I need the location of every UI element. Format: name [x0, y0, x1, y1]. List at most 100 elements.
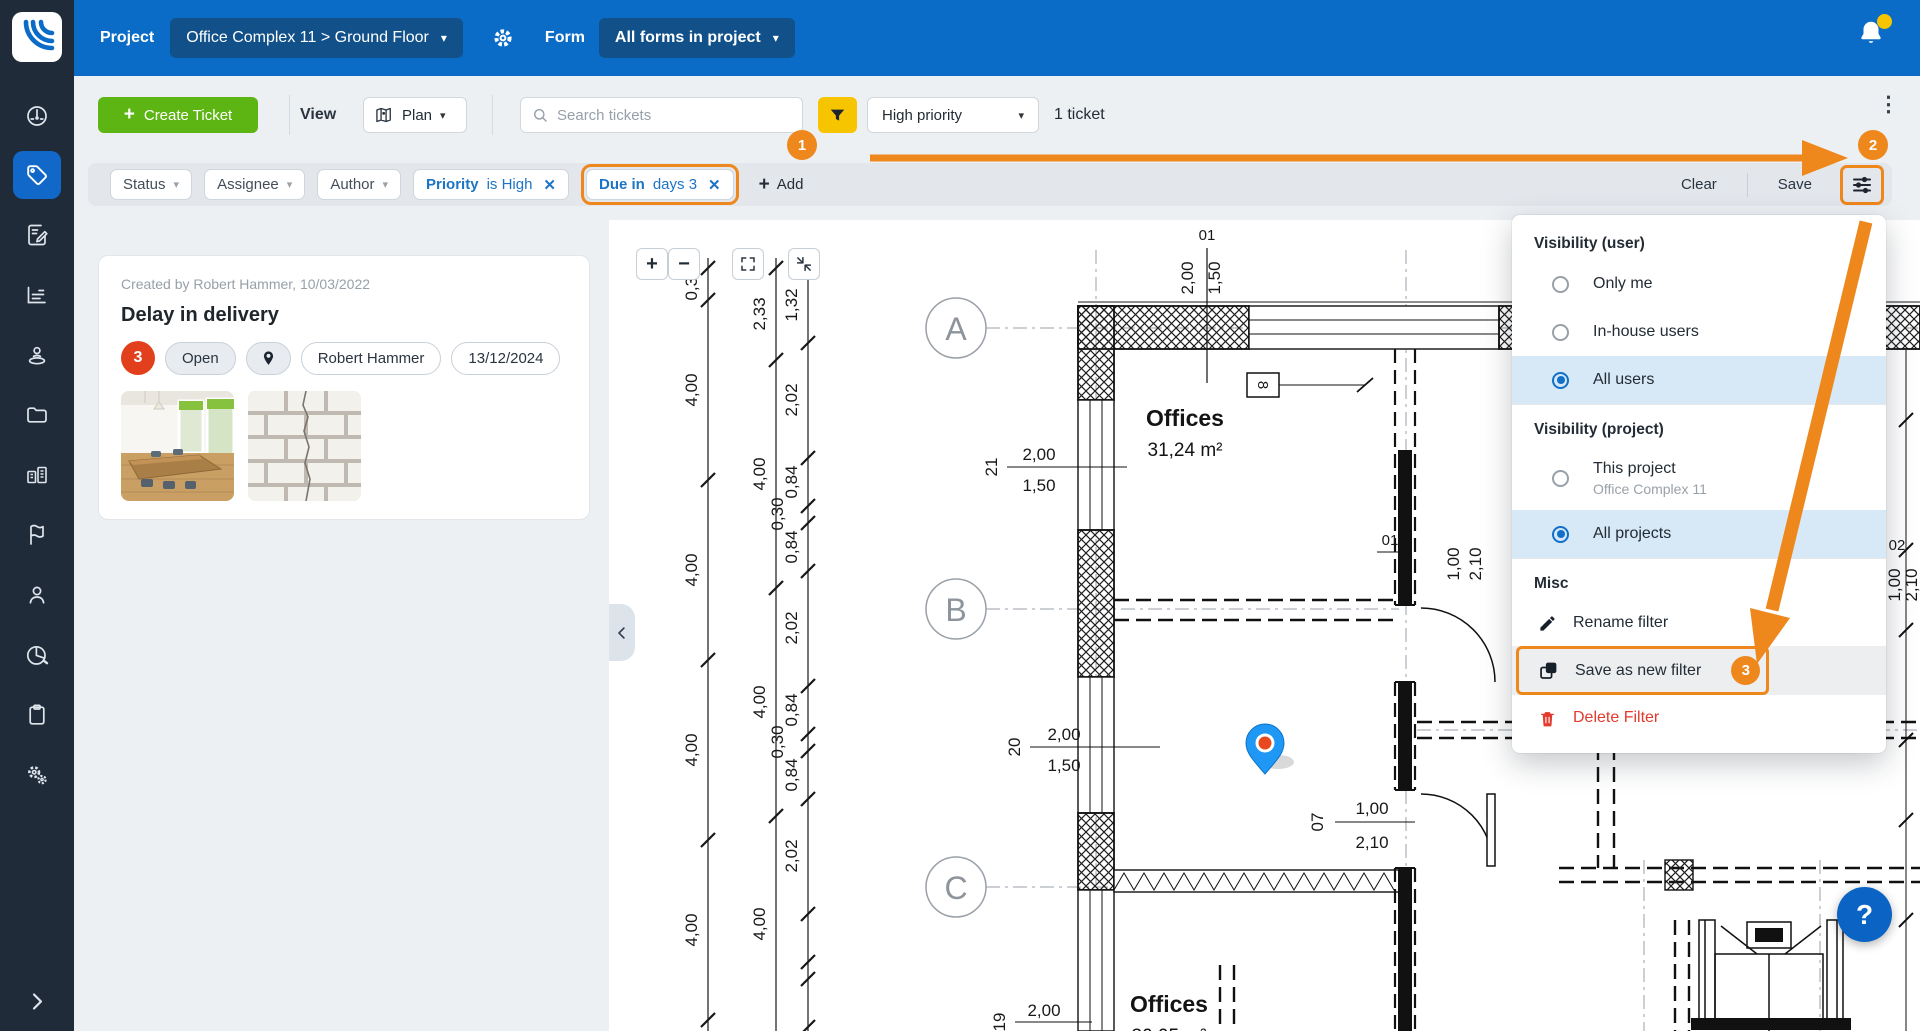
chevron-right-icon [24, 988, 50, 1014]
chevron-left-icon [613, 624, 631, 642]
ticket-author-pill[interactable]: Robert Hammer [301, 342, 442, 375]
clear-filters-button[interactable]: Clear [1681, 176, 1717, 193]
sidebar-expand-chevron[interactable] [24, 988, 50, 1014]
radio-unselected-icon[interactable] [1552, 470, 1569, 487]
chevron-down-icon: ▾ [440, 109, 446, 122]
sidebar-item-forms[interactable] [24, 222, 50, 248]
project-selector[interactable]: Office Complex 11 > Ground Floor ▾ [170, 18, 463, 58]
room-name: Offices [1130, 991, 1208, 1017]
menu-option-this-project[interactable]: This project Office Complex 11 [1512, 446, 1886, 510]
pencil-icon [1538, 614, 1557, 633]
room-name: Offices [1146, 405, 1224, 431]
chevron-down-icon: ▾ [441, 31, 447, 45]
remove-filter-icon[interactable]: ✕ [543, 176, 556, 194]
menu-option-only-me[interactable]: Only me [1512, 260, 1886, 308]
dim-label: 4,00 [682, 733, 701, 766]
app-logo[interactable] [12, 12, 62, 62]
filter-bar: Status ▾ Assignee ▾ Author ▾ Priority is… [88, 163, 1892, 206]
dim-label: 4,00 [682, 553, 701, 586]
zoom-in-button[interactable]: + [636, 248, 668, 280]
divider [1747, 173, 1748, 197]
collapse-arrows-icon [795, 255, 813, 273]
copy-icon [1538, 660, 1559, 681]
create-ticket-button[interactable]: + Create Ticket [98, 97, 258, 133]
ticket-location-pill[interactable] [246, 342, 291, 375]
filter-settings-button[interactable] [1840, 165, 1884, 205]
ticket-map-pin[interactable] [1246, 724, 1294, 774]
dim-label: 0,84 [782, 465, 801, 498]
step-2-badge: 2 [1858, 130, 1888, 160]
add-filter-button[interactable]: + Add [759, 174, 804, 196]
sidebar-item-contacts[interactable] [24, 582, 50, 608]
menu-option-in-house-users[interactable]: In-house users [1512, 308, 1886, 356]
ticket-status-pill[interactable]: Open [165, 342, 236, 375]
step-1-badge: 1 [787, 130, 817, 160]
dim-label: 4,00 [750, 457, 769, 490]
menu-item-rename-filter[interactable]: Rename filter [1512, 600, 1886, 646]
dim-label: 4,00 [750, 907, 769, 940]
toolbar-divider [289, 95, 290, 135]
view-mode-selector[interactable]: Plan ▾ [363, 97, 467, 133]
menu-option-all-users[interactable]: All users [1512, 356, 1886, 404]
ticket-photo-meeting-room[interactable] [121, 391, 234, 501]
radio-unselected-icon[interactable] [1552, 276, 1569, 293]
filter-settings-menu: Visibility (user) Only me In-house users… [1512, 215, 1886, 753]
sidebar-item-tickets[interactable] [24, 162, 50, 188]
sidebar-item-projects[interactable] [24, 462, 50, 488]
menu-item-save-as-new-filter[interactable]: Save as new filter 3 [1512, 646, 1886, 695]
form-selector[interactable]: All forms in project ▾ [599, 18, 795, 58]
help-button[interactable]: ? [1837, 887, 1892, 942]
ticket-due-date-pill[interactable]: 13/12/2024 [451, 342, 560, 375]
dim-label: 4,00 [750, 685, 769, 718]
sidebar-item-settings[interactable] [24, 762, 50, 788]
chevron-down-icon: ▾ [287, 178, 293, 191]
filter-dropdown-assignee[interactable]: Assignee ▾ [204, 169, 305, 200]
grid-axis-label: A [945, 311, 967, 347]
ticket-tag-icon [24, 162, 50, 188]
radio-selected-icon[interactable] [1552, 526, 1569, 543]
menu-option-all-projects[interactable]: All projects [1512, 510, 1886, 558]
dim-label: 2,02 [782, 383, 801, 416]
plus-icon: + [759, 174, 770, 196]
collapse-panel-tab[interactable] [609, 604, 635, 661]
fullscreen-button[interactable] [732, 248, 764, 280]
highlighted-filter-chip-wrapper: Due in days 3 ✕ [581, 164, 739, 205]
person-icon [24, 582, 50, 608]
toolbar-divider [492, 95, 493, 135]
filter-chip-priority[interactable]: Priority is High ✕ [413, 169, 569, 200]
radio-selected-icon[interactable] [1552, 372, 1569, 389]
filter-chip-due-in-days[interactable]: Due in days 3 ✕ [586, 169, 734, 200]
dim-label: 2,00 [1047, 725, 1080, 744]
ticket-card[interactable]: Created by Robert Hammer, 10/03/2022 Del… [98, 255, 590, 520]
zoom-out-button[interactable]: − [668, 248, 700, 280]
more-options-kebab[interactable]: ⋮ [1878, 100, 1899, 110]
search-input[interactable] [557, 107, 792, 124]
search-box [520, 97, 803, 133]
dim-label: 4,00 [682, 373, 701, 406]
fit-to-screen-button[interactable] [788, 248, 820, 280]
menu-section-visibility-project: Visibility (project) [1512, 405, 1886, 446]
remove-filter-icon[interactable]: ✕ [708, 176, 721, 194]
sidebar-item-site-presence[interactable] [24, 342, 50, 368]
map-plan-icon [374, 105, 394, 125]
sidebar-item-tasks[interactable] [24, 702, 50, 728]
filter-dropdown-status[interactable]: Status ▾ [110, 169, 192, 200]
filter-funnel-button[interactable] [818, 97, 857, 133]
project-settings-gear-icon[interactable] [491, 26, 515, 50]
dim-label: 1,50 [1047, 756, 1080, 775]
sidebar-item-statistics[interactable] [24, 282, 50, 308]
radio-unselected-icon[interactable] [1552, 324, 1569, 341]
sidebar-item-flags[interactable] [24, 522, 50, 548]
menu-item-delete-filter[interactable]: Delete Filter [1512, 695, 1886, 741]
sidebar-item-reports[interactable] [24, 642, 50, 668]
ticket-photo-cracked-wall[interactable] [248, 391, 361, 501]
filter-dropdown-author[interactable]: Author ▾ [317, 169, 401, 200]
dim-label: 0,84 [782, 693, 801, 726]
saved-filter-selector[interactable]: High priority ▾ [867, 97, 1039, 133]
sidebar-item-dashboard[interactable] [24, 103, 50, 129]
notifications-bell[interactable] [1856, 18, 1888, 52]
sidebar-item-documents[interactable] [24, 402, 50, 428]
dim-label: 2,33 [750, 297, 769, 330]
save-filter-button[interactable]: Save [1778, 176, 1812, 193]
dim-label: 01 [1382, 532, 1399, 549]
